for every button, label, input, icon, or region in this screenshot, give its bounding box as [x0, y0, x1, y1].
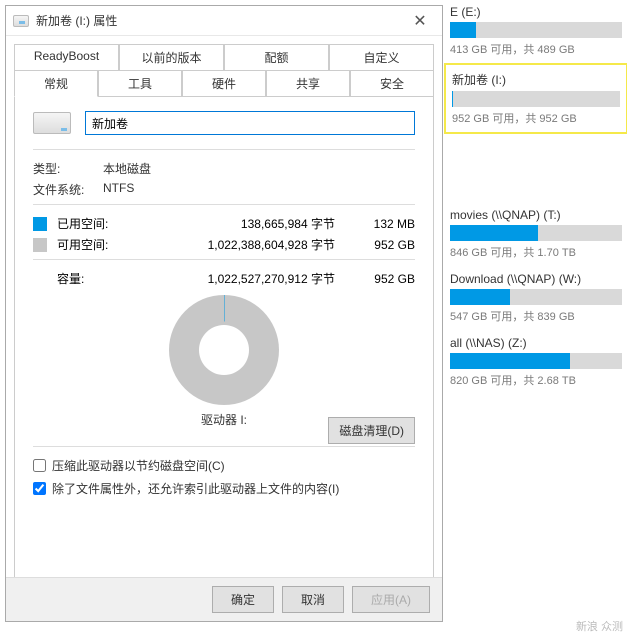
drive-info: 820 GB 可用，共 2.68 TB: [450, 372, 622, 388]
drive-item[interactable]: movies (\\QNAP) (T:) 846 GB 可用，共 1.70 TB: [450, 208, 622, 260]
type-label: 类型:: [33, 160, 103, 177]
drive-name: Download (\\QNAP) (W:): [450, 272, 622, 286]
compress-label: 压缩此驱动器以节约磁盘空间(C): [52, 457, 225, 474]
properties-dialog: 新加卷 (I:) 属性 ✕ ReadyBoost以前的版本配额自定义 常规工具硬…: [5, 5, 443, 622]
drive-name: all (\\NAS) (Z:): [450, 336, 622, 350]
used-label: 已用空间:: [57, 215, 129, 232]
drive-item[interactable]: 新加卷 (I:) 952 GB 可用，共 952 GB: [450, 69, 622, 128]
drive-usage-bar: [452, 91, 620, 107]
tab-工具[interactable]: 工具: [98, 70, 182, 97]
volume-name-input[interactable]: [85, 111, 415, 135]
index-checkbox-row[interactable]: 除了文件属性外，还允许索引此驱动器上文件的内容(I): [33, 480, 415, 497]
tab-以前的版本[interactable]: 以前的版本: [119, 44, 224, 71]
apply-button[interactable]: 应用(A): [352, 586, 430, 613]
used-bytes: 138,665,984 字节: [129, 215, 355, 232]
tab-共享[interactable]: 共享: [266, 70, 350, 97]
drive-name: movies (\\QNAP) (T:): [450, 208, 622, 222]
free-bytes: 1,022,388,604,928 字节: [129, 236, 355, 253]
drive-usage-bar: [450, 289, 622, 305]
disk-cleanup-button[interactable]: 磁盘清理(D): [328, 417, 415, 444]
tab-安全[interactable]: 安全: [350, 70, 434, 97]
window-title: 新加卷 (I:) 属性: [36, 12, 398, 29]
drive-info: 413 GB 可用，共 489 GB: [450, 41, 622, 57]
drive-usage-bar: [450, 22, 622, 38]
drive-info: 846 GB 可用，共 1.70 TB: [450, 244, 622, 260]
cap-bytes: 1,022,527,270,912 字节: [129, 270, 355, 287]
watermark: 新浪 众测: [576, 621, 623, 633]
close-button[interactable]: ✕: [398, 6, 442, 36]
compress-checkbox-row[interactable]: 压缩此驱动器以节约磁盘空间(C): [33, 457, 415, 474]
drive-item[interactable]: E (E:) 413 GB 可用，共 489 GB: [450, 5, 622, 57]
drive-info: 547 GB 可用，共 839 GB: [450, 308, 622, 324]
volume-icon: [33, 112, 71, 134]
compress-checkbox[interactable]: [33, 459, 46, 472]
drive-letter-label: 驱动器 I:: [201, 411, 247, 428]
tab-配额[interactable]: 配额: [224, 44, 329, 71]
free-hr: 952 GB: [355, 238, 415, 252]
cap-hr: 952 GB: [355, 272, 415, 286]
fs-label: 文件系统:: [33, 181, 103, 198]
cap-label: 容量:: [57, 270, 129, 287]
ok-button[interactable]: 确定: [212, 586, 274, 613]
used-swatch: [33, 217, 47, 231]
tabs-area: ReadyBoost以前的版本配额自定义 常规工具硬件共享安全 类型:本地磁盘 …: [6, 36, 442, 596]
tab-readyboost[interactable]: ReadyBoost: [14, 44, 119, 71]
dialog-buttons: 确定 取消 应用(A): [6, 577, 442, 621]
titlebar[interactable]: 新加卷 (I:) 属性 ✕: [6, 6, 442, 36]
drive-usage-bar: [450, 353, 622, 369]
drive-list-pane: E (E:) 413 GB 可用，共 489 GB 新加卷 (I:) 952 GB 可…: [450, 5, 622, 400]
drive-name: 新加卷 (I:): [452, 71, 620, 88]
tab-panel-general: 类型:本地磁盘 文件系统:NTFS 已用空间: 138,665,984 字节 1…: [14, 96, 434, 596]
usage-pie: [169, 295, 279, 405]
drive-icon: [12, 12, 30, 30]
tab-常规[interactable]: 常规: [14, 70, 98, 97]
free-swatch: [33, 238, 47, 252]
tab-硬件[interactable]: 硬件: [182, 70, 266, 97]
used-hr: 132 MB: [355, 217, 415, 231]
type-value: 本地磁盘: [103, 160, 151, 177]
fs-value: NTFS: [103, 181, 134, 198]
drive-info: 952 GB 可用，共 952 GB: [452, 110, 620, 126]
free-label: 可用空间:: [57, 236, 129, 253]
index-checkbox[interactable]: [33, 482, 46, 495]
drive-item[interactable]: Download (\\QNAP) (W:) 547 GB 可用，共 839 GB: [450, 272, 622, 324]
index-label: 除了文件属性外，还允许索引此驱动器上文件的内容(I): [52, 480, 339, 497]
tab-自定义[interactable]: 自定义: [329, 44, 434, 71]
drive-name: E (E:): [450, 5, 622, 19]
drive-usage-bar: [450, 225, 622, 241]
cancel-button[interactable]: 取消: [282, 586, 344, 613]
drive-item[interactable]: all (\\NAS) (Z:) 820 GB 可用，共 2.68 TB: [450, 336, 622, 388]
